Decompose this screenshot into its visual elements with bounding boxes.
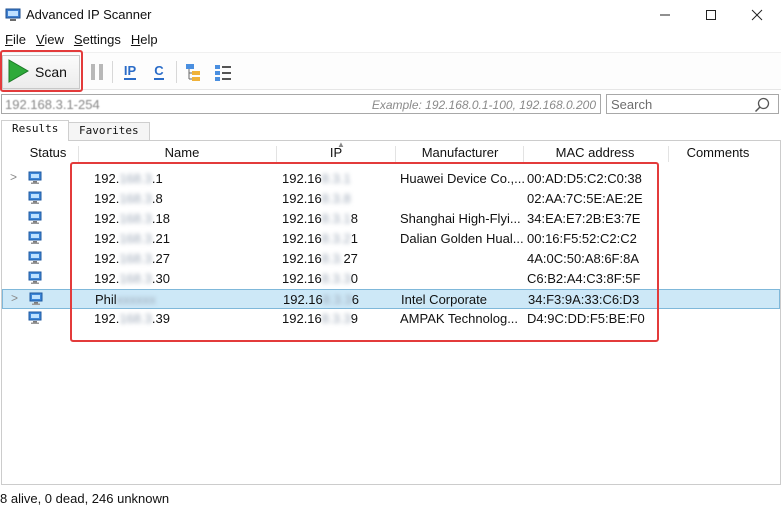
subnet-c-icon: C — [154, 63, 164, 80]
column-status[interactable]: Status — [20, 144, 76, 162]
column-name[interactable]: Name — [82, 144, 282, 162]
menu-settings[interactable]: Settings — [69, 30, 126, 50]
close-button[interactable] — [734, 0, 780, 30]
maximize-button[interactable] — [688, 0, 734, 30]
computer-icon — [28, 271, 42, 288]
search-input[interactable]: Search — [606, 94, 779, 114]
menu-file[interactable]: File — [0, 30, 31, 50]
pause-button[interactable] — [86, 61, 108, 83]
tab-favorites[interactable]: Favorites — [68, 122, 150, 140]
menu-help[interactable]: Help — [126, 30, 163, 50]
computer-icon — [29, 292, 43, 309]
ip-range-button[interactable]: IP — [119, 61, 141, 83]
column-divider — [668, 146, 669, 162]
menu-view[interactable]: View — [31, 30, 69, 50]
menu-bar: File View Settings Help — [0, 30, 781, 50]
window-title: Advanced IP Scanner — [26, 7, 152, 22]
app-icon — [5, 7, 21, 23]
column-mac[interactable]: MAC address — [524, 144, 666, 162]
column-divider — [276, 146, 277, 162]
sort-ascending-icon: ▲ — [337, 140, 345, 149]
expand-all-button[interactable] — [183, 61, 205, 83]
expand-chevron-icon[interactable]: > — [10, 170, 17, 184]
computer-icon — [28, 231, 42, 248]
title-bar: Advanced IP Scanner — [0, 0, 781, 30]
minimize-button[interactable] — [642, 0, 688, 30]
ip-range-input[interactable]: 192.168.3.1-254 Example: 192.168.0.1-100… — [1, 94, 601, 114]
subnet-c-button[interactable]: C — [148, 61, 170, 83]
collapse-all-button[interactable] — [212, 61, 234, 83]
toolbar-separator — [176, 61, 177, 83]
expand-all-icon — [186, 64, 200, 81]
status-text: 8 alive, 0 dead, 246 unknown — [0, 491, 170, 506]
table-header: Status Name IP ▲ Manufacturer MAC addres… — [2, 140, 780, 162]
search-placeholder: Search — [611, 97, 653, 112]
computer-icon — [28, 171, 42, 188]
toolbar: Scan IP C — [0, 52, 781, 90]
column-ip[interactable]: IP — [280, 144, 392, 162]
search-icon[interactable] — [754, 97, 770, 116]
ip-range-value: 192.168.3.1-254 — [5, 97, 100, 112]
ip-range-example: Example: 192.168.0.1-100, 192.168.0.200 — [371, 98, 596, 112]
computer-icon — [28, 311, 42, 328]
computer-icon — [28, 211, 42, 228]
collapse-all-icon — [215, 65, 231, 81]
tab-strip: Results Favorites — [0, 120, 781, 141]
scan-button-highlight — [0, 50, 83, 92]
computer-icon — [28, 251, 42, 268]
column-comments[interactable]: Comments — [670, 144, 766, 162]
results-highlight — [70, 162, 659, 342]
column-manufacturer[interactable]: Manufacturer — [396, 144, 524, 162]
computer-icon — [28, 191, 42, 208]
toolbar-separator — [112, 61, 113, 83]
expand-chevron-icon[interactable]: > — [11, 291, 18, 305]
ip-icon: IP — [123, 63, 137, 80]
column-divider — [78, 146, 79, 162]
status-bar: 8 alive, 0 dead, 246 unknown — [0, 489, 781, 507]
tab-results[interactable]: Results — [1, 120, 70, 141]
